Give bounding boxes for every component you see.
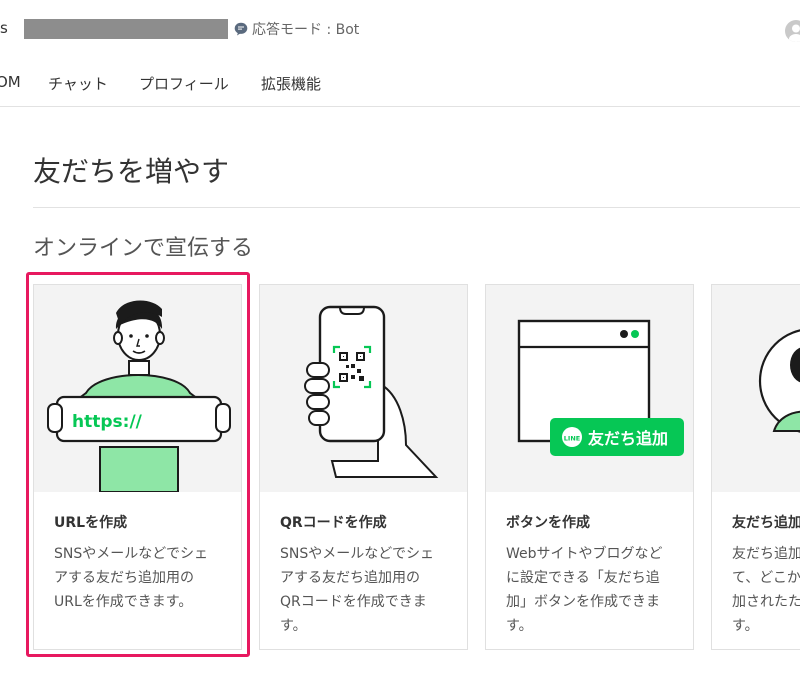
- person-holding-url-sign-icon: https://: [47, 300, 231, 492]
- url-sign-text: https://: [72, 412, 143, 432]
- url-illustration: https://: [34, 285, 241, 492]
- person-in-circle-icon: [758, 329, 800, 433]
- card-title: URLを作成: [54, 515, 128, 531]
- page-title: 友だちを増やす: [33, 155, 230, 188]
- nav-item-extensions[interactable]: 拡張機能: [261, 73, 321, 94]
- card-description: SNSやメールなどでシェ アする友だち追加用の QRコードを作成できま す。: [280, 546, 434, 634]
- add-friend-illustration: [712, 285, 800, 492]
- section-heading: オンラインで宣伝する: [33, 236, 254, 261]
- response-mode-indicator[interactable]: 応答モード : Bot: [234, 19, 359, 39]
- card-description: 友だち追加 て、どこか 加されたた す。: [732, 546, 800, 634]
- card-title: ボタンを作成: [506, 515, 590, 531]
- add-friend-badge-text: 友だち追加: [588, 429, 668, 448]
- line-logo-text: LINE: [564, 435, 580, 443]
- card-create-url[interactable]: https:// URLを作成 SNSやメールなどでシェ アする友だち追加用の …: [33, 284, 242, 650]
- main-nav: OM チャット プロフィール 拡張機能: [0, 60, 800, 107]
- browser-window-icon: LINE 友だち追加: [517, 319, 684, 456]
- qr-illustration: [260, 285, 467, 492]
- top-bar: s 応答モード : Bot: [0, 0, 800, 60]
- phone-with-qr-code-icon: [304, 305, 439, 478]
- response-mode-label: 応答モード : Bot: [252, 22, 360, 38]
- card-title: 友だち追加: [732, 515, 800, 531]
- account-name-suffix: s: [0, 19, 8, 37]
- card-add-friend-ad[interactable]: 友だち追加 友だち追加 て、どこか 加されたた す。: [711, 284, 800, 650]
- nav-item-home[interactable]: OM: [0, 73, 21, 91]
- user-avatar-icon: [789, 24, 800, 42]
- nav-item-profile[interactable]: プロフィール: [139, 73, 229, 94]
- chat-bubble-icon: [234, 22, 248, 36]
- card-title: QRコードを作成: [280, 515, 387, 531]
- title-divider: [33, 207, 800, 208]
- card-description: Webサイトやブログなど に設定できる「友だち追 加」ボタンを作成できま す。: [506, 546, 663, 634]
- card-description: SNSやメールなどでシェ アする友だち追加用の URLを作成できます。: [54, 546, 208, 610]
- card-create-qr[interactable]: QRコードを作成 SNSやメールなどでシェ アする友だち追加用の QRコードを作…: [259, 284, 468, 650]
- card-create-button[interactable]: LINE 友だち追加 ボタンを作成 Webサイトやブログなど に設定できる「友だ…: [485, 284, 694, 650]
- account-name-redacted: [24, 19, 228, 39]
- button-illustration: LINE 友だち追加: [486, 285, 693, 492]
- nav-item-chat[interactable]: チャット: [48, 73, 108, 94]
- avatar[interactable]: [785, 20, 800, 42]
